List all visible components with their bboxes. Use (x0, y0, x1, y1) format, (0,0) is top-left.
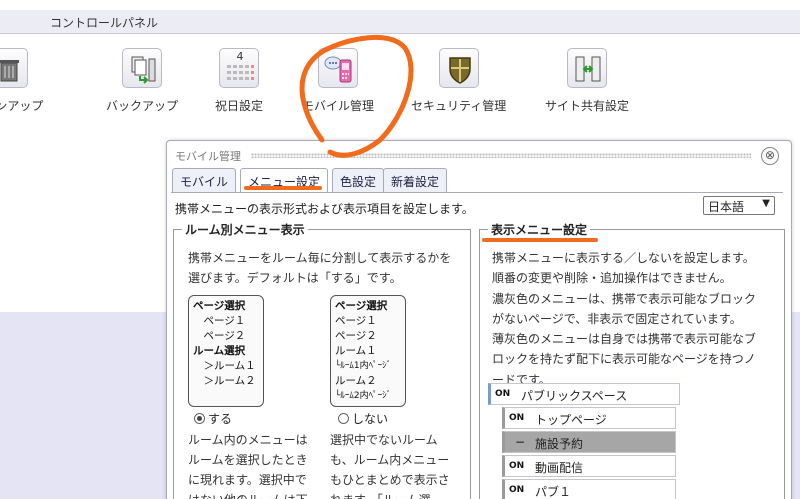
annotation-underline-display-menu (482, 238, 598, 242)
annotation-underline-menu-tab (244, 186, 322, 190)
annotation-circle (299, 34, 414, 158)
